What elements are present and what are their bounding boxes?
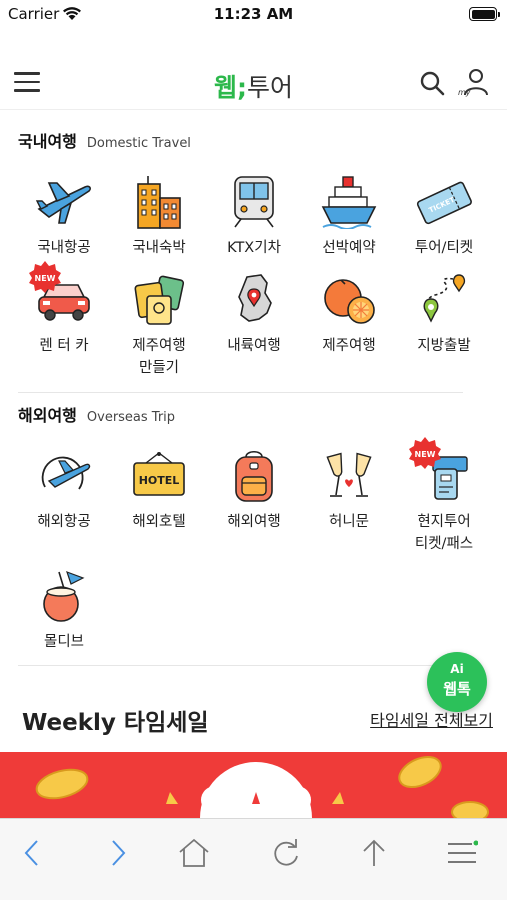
chevron-right-icon (112, 840, 126, 866)
airplane-icon (34, 172, 94, 232)
webtalk-chat-button[interactable]: Ai 웹톡 (427, 652, 487, 712)
overseas-section-title: 해외여행 Overseas Trip (18, 406, 176, 425)
category-tour-ticket[interactable]: TICKET 투어/티켓 (394, 172, 494, 259)
menu-lines-icon (448, 840, 478, 863)
category-domestic-hotel[interactable]: 국내숙박 (109, 172, 209, 259)
coconut-drink-icon (34, 566, 94, 626)
category-inland-travel[interactable]: 내륙여행 (204, 270, 304, 357)
search-icon[interactable] (419, 70, 445, 96)
home-icon (179, 838, 209, 867)
category-maldives[interactable]: 몰디브 (14, 566, 114, 653)
category-local-tour-pass[interactable]: NEW 현지투어 티켓/패스 (394, 437, 494, 555)
route-icon (414, 270, 474, 330)
clock: 11:23 AM (213, 5, 294, 23)
jeju-cards-icon (129, 270, 189, 330)
reload-icon (274, 839, 298, 866)
status-bar: Carrier 11:23 AM (0, 0, 507, 30)
ship-icon (319, 172, 379, 232)
svg-text:NEW: NEW (415, 450, 436, 459)
category-domestic-flight[interactable]: 국내항공 (14, 172, 114, 259)
back-button[interactable] (12, 833, 52, 873)
champagne-icon (319, 446, 379, 506)
battery-icon (469, 7, 500, 21)
orange-icon (319, 270, 379, 330)
new-badge: NEW (409, 437, 441, 469)
banner-art (35, 755, 489, 818)
arrow-up-icon (363, 839, 385, 866)
category-jeju-travel[interactable]: 제주여행 (299, 270, 399, 357)
view-all-time-sale-link[interactable]: 타임세일 전체보기 (370, 707, 493, 731)
svg-text:my: my (458, 88, 471, 97)
category-overseas-travel[interactable]: 해외여행 (204, 446, 304, 533)
time-sale-banner[interactable] (0, 752, 507, 818)
category-ktx-train[interactable]: KTX기차 (204, 172, 304, 259)
category-rent-car[interactable]: NEW 렌 터 카 (14, 261, 114, 357)
hotel-sign-icon: HOTEL (129, 446, 189, 506)
forward-button[interactable] (98, 833, 138, 873)
category-overseas-hotel[interactable]: HOTEL 해외호텔 (109, 446, 209, 533)
car-icon: NEW (29, 261, 94, 330)
weekly-sale-title: Weekly 타임세일 (22, 710, 209, 736)
category-overseas-flight[interactable]: 해외항공 (14, 446, 114, 533)
category-ship-booking[interactable]: 선박예약 (299, 172, 399, 259)
svg-text:HOTEL: HOTEL (139, 474, 180, 487)
home-button[interactable] (174, 833, 214, 873)
reload-button[interactable] (266, 833, 306, 873)
svg-text:NEW: NEW (35, 274, 56, 283)
section-divider (18, 392, 463, 393)
ticket-icon: TICKET (414, 172, 474, 232)
backpack-icon (224, 446, 284, 506)
share-up-button[interactable] (354, 833, 394, 873)
category-local-departure[interactable]: 지방출발 (394, 270, 494, 357)
globe-plane-icon (34, 446, 94, 506)
korea-map-icon (224, 270, 284, 330)
hotel-building-icon (129, 172, 189, 232)
my-page-icon[interactable]: my (457, 68, 491, 98)
tabs-menu-button[interactable] (442, 833, 482, 873)
category-honeymoon[interactable]: 허니문 (299, 446, 399, 533)
domestic-section-title: 국내여행 Domestic Travel (18, 132, 191, 151)
section-divider (18, 665, 463, 666)
chevron-left-icon (24, 840, 38, 866)
pass-ticket-icon: NEW (409, 437, 474, 506)
new-badge: NEW (29, 261, 61, 293)
browser-toolbar (0, 818, 507, 900)
top-nav: 웹;투어 my (0, 58, 507, 110)
category-jeju-build[interactable]: 제주여행 만들기 (109, 270, 209, 379)
train-icon (224, 172, 284, 232)
